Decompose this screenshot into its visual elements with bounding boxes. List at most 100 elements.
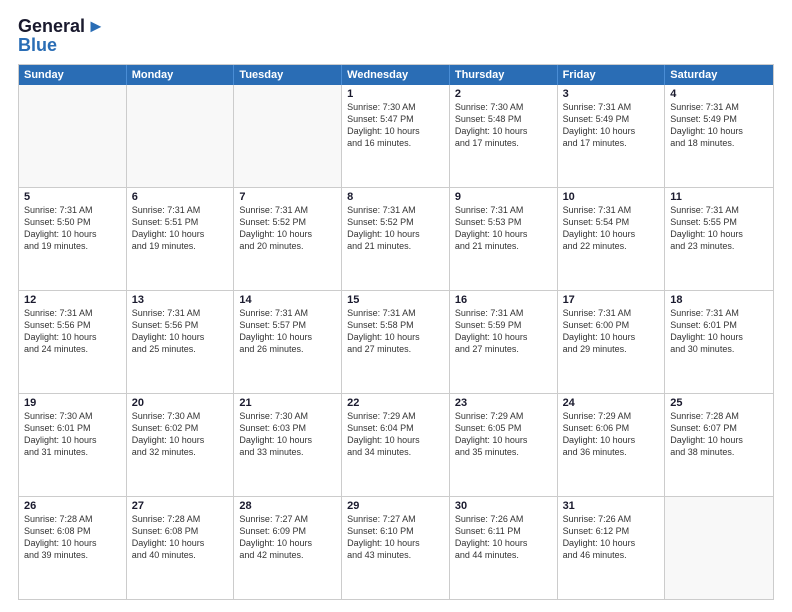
day-number: 21 (239, 397, 336, 409)
day-info: Sunrise: 7:30 AM Sunset: 6:01 PM Dayligh… (24, 410, 121, 459)
calendar-day-13: 13Sunrise: 7:31 AM Sunset: 5:56 PM Dayli… (127, 291, 235, 393)
calendar-day-23: 23Sunrise: 7:29 AM Sunset: 6:05 PM Dayli… (450, 394, 558, 496)
calendar-day-31: 31Sunrise: 7:26 AM Sunset: 6:12 PM Dayli… (558, 497, 666, 599)
day-info: Sunrise: 7:31 AM Sunset: 5:54 PM Dayligh… (563, 204, 660, 253)
day-number: 19 (24, 397, 121, 409)
empty-cell (665, 497, 773, 599)
day-number: 26 (24, 500, 121, 512)
day-info: Sunrise: 7:31 AM Sunset: 5:50 PM Dayligh… (24, 204, 121, 253)
day-number: 9 (455, 191, 552, 203)
day-info: Sunrise: 7:31 AM Sunset: 5:57 PM Dayligh… (239, 307, 336, 356)
day-number: 11 (670, 191, 768, 203)
logo: General► Blue (18, 16, 105, 56)
day-of-week-header: Wednesday (342, 65, 450, 85)
calendar-week: 26 Sunrise: 7:28 AM Sunset: 6:08 PM Dayli… (19, 497, 773, 599)
logo-text: General► (18, 16, 105, 37)
calendar-day-4: 4Sunrise: 7:31 AM Sunset: 5:49 PM Daylig… (665, 85, 773, 187)
day-info: Sunrise: 7:30 AM Sunset: 5:48 PM Dayligh… (455, 101, 552, 150)
empty-cell (234, 85, 342, 187)
calendar-day-17: 17Sunrise: 7:31 AM Sunset: 6:00 PM Dayli… (558, 291, 666, 393)
day-info: Sunrise: 7:31 AM Sunset: 5:56 PM Dayligh… (132, 307, 229, 356)
calendar-day-3: 3Sunrise: 7:31 AM Sunset: 5:49 PM Daylig… (558, 85, 666, 187)
calendar-week: 12Sunrise: 7:31 AM Sunset: 5:56 PM Dayli… (19, 291, 773, 394)
day-info: Sunrise: 7:31 AM Sunset: 5:59 PM Dayligh… (455, 307, 552, 356)
day-info: Sunrise: 7:29 AM Sunset: 6:05 PM Dayligh… (455, 410, 552, 459)
calendar-day-24: 24Sunrise: 7:29 AM Sunset: 6:06 PM Dayli… (558, 394, 666, 496)
day-info: Sunrise: 7:30 AM Sunset: 5:47 PM Dayligh… (347, 101, 444, 150)
calendar: SundayMondayTuesdayWednesdayThursdayFrid… (18, 64, 774, 600)
day-info: Sunrise: 7:28 AM Sunset: 6:08 PM Dayligh… (132, 513, 229, 562)
calendar-day-10: 10Sunrise: 7:31 AM Sunset: 5:54 PM Dayli… (558, 188, 666, 290)
page: General► Blue SundayMondayTuesdayWednesd… (0, 0, 792, 612)
calendar-day-25: 25Sunrise: 7:28 AM Sunset: 6:07 PM Dayli… (665, 394, 773, 496)
empty-cell (127, 85, 235, 187)
day-info: Sunrise: 7:31 AM Sunset: 5:56 PM Dayligh… (24, 307, 121, 356)
calendar-day-27: 27Sunrise: 7:28 AM Sunset: 6:08 PM Dayli… (127, 497, 235, 599)
day-info: Sunrise: 7:31 AM Sunset: 5:49 PM Dayligh… (563, 101, 660, 150)
day-number: 4 (670, 88, 768, 100)
calendar-week: 1Sunrise: 7:30 AM Sunset: 5:47 PM Daylig… (19, 85, 773, 188)
day-number: 23 (455, 397, 552, 409)
day-of-week-header: Thursday (450, 65, 558, 85)
day-number: 13 (132, 294, 229, 306)
day-number: 14 (239, 294, 336, 306)
day-number: 1 (347, 88, 444, 100)
calendar-day-26: 26Sunrise: 7:28 AM Sunset: 6:08 PM Dayli… (19, 497, 127, 599)
day-info: Sunrise: 7:31 AM Sunset: 5:58 PM Dayligh… (347, 307, 444, 356)
calendar-day-19: 19Sunrise: 7:30 AM Sunset: 6:01 PM Dayli… (19, 394, 127, 496)
day-info: Sunrise: 7:31 AM Sunset: 5:53 PM Dayligh… (455, 204, 552, 253)
calendar-day-15: 15Sunrise: 7:31 AM Sunset: 5:58 PM Dayli… (342, 291, 450, 393)
calendar-day-22: 22Sunrise: 7:29 AM Sunset: 6:04 PM Dayli… (342, 394, 450, 496)
header: General► Blue (18, 16, 774, 56)
day-number: 16 (455, 294, 552, 306)
day-info: Sunrise: 7:31 AM Sunset: 6:00 PM Dayligh… (563, 307, 660, 356)
day-number: 8 (347, 191, 444, 203)
day-number: 7 (239, 191, 336, 203)
calendar-day-21: 21Sunrise: 7:30 AM Sunset: 6:03 PM Dayli… (234, 394, 342, 496)
day-number: 6 (132, 191, 229, 203)
day-number: 27 (132, 500, 229, 512)
day-number: 2 (455, 88, 552, 100)
day-number: 15 (347, 294, 444, 306)
day-number: 24 (563, 397, 660, 409)
calendar-week: 19Sunrise: 7:30 AM Sunset: 6:01 PM Dayli… (19, 394, 773, 497)
calendar-day-16: 16Sunrise: 7:31 AM Sunset: 5:59 PM Dayli… (450, 291, 558, 393)
day-of-week-header: Monday (127, 65, 235, 85)
day-info: Sunrise: 7:31 AM Sunset: 6:01 PM Dayligh… (670, 307, 768, 356)
day-number: 17 (563, 294, 660, 306)
calendar-day-9: 9Sunrise: 7:31 AM Sunset: 5:53 PM Daylig… (450, 188, 558, 290)
calendar-day-1: 1Sunrise: 7:30 AM Sunset: 5:47 PM Daylig… (342, 85, 450, 187)
day-number: 20 (132, 397, 229, 409)
calendar-day-20: 20Sunrise: 7:30 AM Sunset: 6:02 PM Dayli… (127, 394, 235, 496)
day-of-week-header: Tuesday (234, 65, 342, 85)
day-info: Sunrise: 7:27 AM Sunset: 6:10 PM Dayligh… (347, 513, 444, 562)
calendar-day-14: 14Sunrise: 7:31 AM Sunset: 5:57 PM Dayli… (234, 291, 342, 393)
day-info: Sunrise: 7:31 AM Sunset: 5:52 PM Dayligh… (347, 204, 444, 253)
day-info: Sunrise: 7:30 AM Sunset: 6:02 PM Dayligh… (132, 410, 229, 459)
day-number: 30 (455, 500, 552, 512)
day-number: 25 (670, 397, 768, 409)
calendar-day-7: 7Sunrise: 7:31 AM Sunset: 5:52 PM Daylig… (234, 188, 342, 290)
day-number: 12 (24, 294, 121, 306)
calendar-week: 5Sunrise: 7:31 AM Sunset: 5:50 PM Daylig… (19, 188, 773, 291)
day-number: 3 (563, 88, 660, 100)
calendar-day-28: 28Sunrise: 7:27 AM Sunset: 6:09 PM Dayli… (234, 497, 342, 599)
day-info: Sunrise: 7:27 AM Sunset: 6:09 PM Dayligh… (239, 513, 336, 562)
calendar-body: 1Sunrise: 7:30 AM Sunset: 5:47 PM Daylig… (19, 85, 773, 599)
calendar-day-2: 2Sunrise: 7:30 AM Sunset: 5:48 PM Daylig… (450, 85, 558, 187)
calendar-day-6: 6Sunrise: 7:31 AM Sunset: 5:51 PM Daylig… (127, 188, 235, 290)
day-of-week-header: Friday (558, 65, 666, 85)
empty-cell (19, 85, 127, 187)
calendar-day-30: 30Sunrise: 7:26 AM Sunset: 6:11 PM Dayli… (450, 497, 558, 599)
day-info: Sunrise: 7:26 AM Sunset: 6:11 PM Dayligh… (455, 513, 552, 562)
calendar-header-row: SundayMondayTuesdayWednesdayThursdayFrid… (19, 65, 773, 85)
day-info: Sunrise: 7:29 AM Sunset: 6:06 PM Dayligh… (563, 410, 660, 459)
calendar-day-5: 5Sunrise: 7:31 AM Sunset: 5:50 PM Daylig… (19, 188, 127, 290)
calendar-day-18: 18Sunrise: 7:31 AM Sunset: 6:01 PM Dayli… (665, 291, 773, 393)
day-number: 22 (347, 397, 444, 409)
day-number: 28 (239, 500, 336, 512)
day-number: 29 (347, 500, 444, 512)
day-number: 18 (670, 294, 768, 306)
calendar-day-12: 12Sunrise: 7:31 AM Sunset: 5:56 PM Dayli… (19, 291, 127, 393)
day-info: Sunrise: 7:28 AM Sunset: 6:07 PM Dayligh… (670, 410, 768, 459)
